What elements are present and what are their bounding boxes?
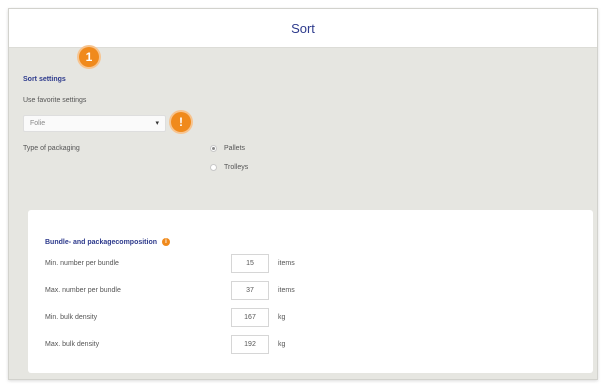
dialog-title: Sort — [291, 20, 315, 36]
min-bulk-density-input[interactable]: 167 — [231, 308, 269, 327]
composition-panel: Bundle- and packagecomposition i Min. nu… — [28, 210, 593, 373]
composition-heading-text: Bundle- and packagecomposition — [45, 238, 158, 246]
max-bulk-density-input[interactable]: 192 — [231, 335, 269, 354]
field-min-bulk-density: Min. bulk density 167 kg — [45, 308, 445, 328]
dialog-titlebar: Sort — [9, 9, 597, 48]
field-max-number-per-bundle: Max. number per bundle 37 items — [45, 281, 445, 301]
chevron-down-icon: ▾ — [155, 120, 159, 127]
composition-heading: Bundle- and packagecomposition i — [45, 238, 171, 246]
radio-pallets-indicator[interactable] — [210, 145, 217, 152]
favorite-settings-value: Folie — [30, 120, 46, 127]
field-label: Min. number per bundle — [45, 260, 119, 267]
favorite-settings-label: Use favorite settings — [23, 97, 87, 104]
sort-settings-heading: Sort settings — [23, 76, 66, 83]
radio-trolleys-label: Trolleys — [224, 164, 249, 171]
packaging-type-label: Type of packaging — [23, 145, 80, 152]
sort-dialog: Sort 1 Sort settings Use favorite settin… — [8, 8, 598, 380]
step-badge: 1 — [79, 47, 99, 67]
field-unit: kg — [278, 314, 286, 321]
warning-icon: ! — [171, 112, 191, 132]
radio-trolleys[interactable]: Trolleys — [210, 164, 248, 171]
field-min-number-per-bundle: Min. number per bundle 15 items — [45, 254, 445, 274]
info-icon[interactable]: i — [162, 238, 171, 246]
min-number-input[interactable]: 15 — [231, 254, 269, 273]
radio-trolleys-indicator[interactable] — [210, 164, 217, 171]
field-unit: items — [278, 287, 295, 294]
max-number-input[interactable]: 37 — [231, 281, 269, 300]
field-unit: kg — [278, 341, 286, 348]
radio-pallets-label: Pallets — [224, 145, 246, 152]
field-label: Min. bulk density — [45, 314, 98, 321]
field-unit: items — [278, 260, 295, 267]
field-max-bulk-density: Max. bulk density 192 kg — [45, 335, 445, 355]
favorite-settings-select[interactable]: Folie ▾ — [23, 115, 166, 132]
field-label: Max. number per bundle — [45, 287, 121, 294]
radio-pallets[interactable]: Pallets — [210, 145, 245, 152]
field-label: Max. bulk density — [45, 341, 100, 348]
